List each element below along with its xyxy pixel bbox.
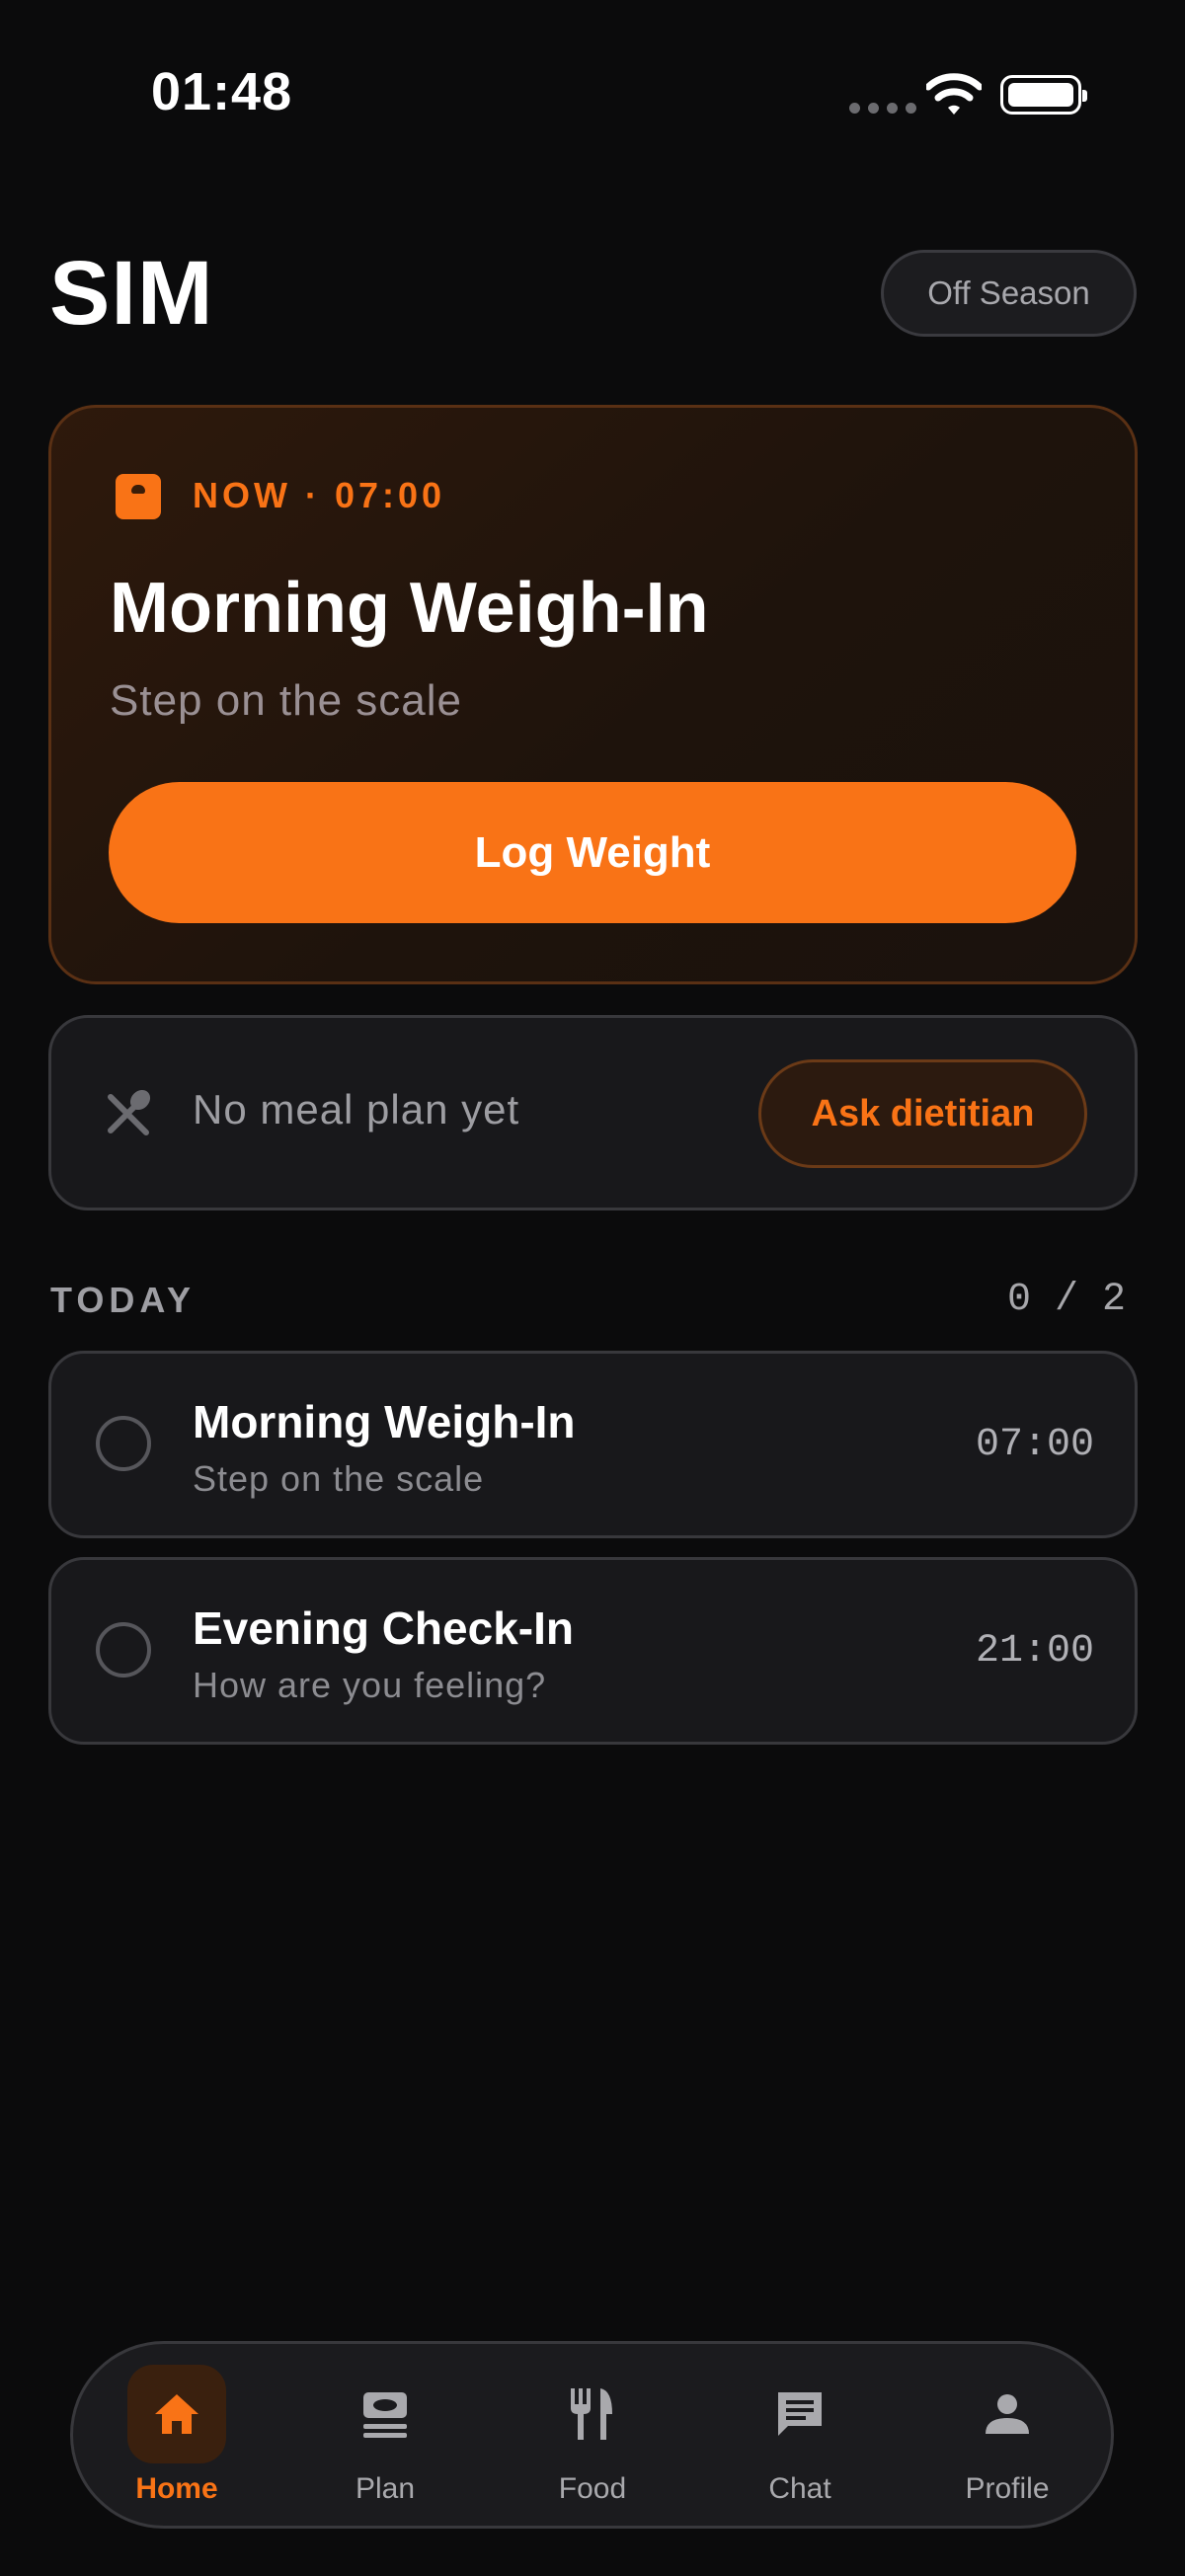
cellular-signal-icon bbox=[849, 103, 916, 114]
task-time: 21:00 bbox=[976, 1629, 1095, 1674]
nav-label: Plan bbox=[355, 2472, 416, 2505]
season-pill[interactable]: Off Season bbox=[881, 250, 1137, 337]
task-subtitle: How are you feeling? bbox=[193, 1665, 547, 1705]
nav-label: Food bbox=[558, 2472, 627, 2505]
nav-label: Home bbox=[135, 2472, 218, 2505]
now-label: NOW · 07:00 bbox=[193, 475, 446, 515]
task-title: Evening Check-In bbox=[193, 1602, 574, 1654]
log-weight-button[interactable]: Log Weight bbox=[109, 782, 1076, 923]
task-subtitle: Step on the scale bbox=[193, 1458, 485, 1499]
utensils-icon bbox=[108, 1089, 151, 1135]
nav-item-chat[interactable]: Chat bbox=[701, 2362, 899, 2520]
task-checkbox[interactable] bbox=[96, 1416, 151, 1471]
now-title: Morning Weigh-In bbox=[110, 569, 709, 648]
nav-item-profile[interactable]: Profile bbox=[908, 2362, 1106, 2520]
battery-icon bbox=[1000, 75, 1087, 115]
today-progress-count: 0 / 2 bbox=[1007, 1278, 1127, 1322]
nav-item-food[interactable]: Food bbox=[494, 2362, 691, 2520]
nav-item-plan[interactable]: Plan bbox=[286, 2362, 484, 2520]
now-subtitle: Step on the scale bbox=[110, 676, 463, 725]
task-title: Morning Weigh-In bbox=[193, 1396, 576, 1447]
wifi-icon bbox=[926, 73, 982, 115]
meal-plan-text: No meal plan yet bbox=[193, 1086, 520, 1132]
task-time: 07:00 bbox=[976, 1423, 1095, 1467]
chat-icon bbox=[778, 2392, 822, 2436]
scale-icon bbox=[116, 474, 161, 519]
nav-item-home[interactable]: Home bbox=[78, 2362, 276, 2520]
today-label: TODAY bbox=[50, 1280, 197, 1320]
person-icon bbox=[986, 2394, 1029, 2434]
plan-icon bbox=[363, 2392, 407, 2438]
home-icon bbox=[155, 2394, 198, 2434]
nav-label: Chat bbox=[768, 2472, 831, 2505]
app-title: SIM bbox=[49, 243, 214, 344]
nav-label: Profile bbox=[965, 2472, 1050, 2505]
ask-dietitian-button[interactable]: Ask dietitian bbox=[758, 1059, 1087, 1168]
fork-knife-icon bbox=[571, 2388, 612, 2440]
task-checkbox[interactable] bbox=[96, 1622, 151, 1678]
status-time: 01:48 bbox=[151, 62, 293, 121]
